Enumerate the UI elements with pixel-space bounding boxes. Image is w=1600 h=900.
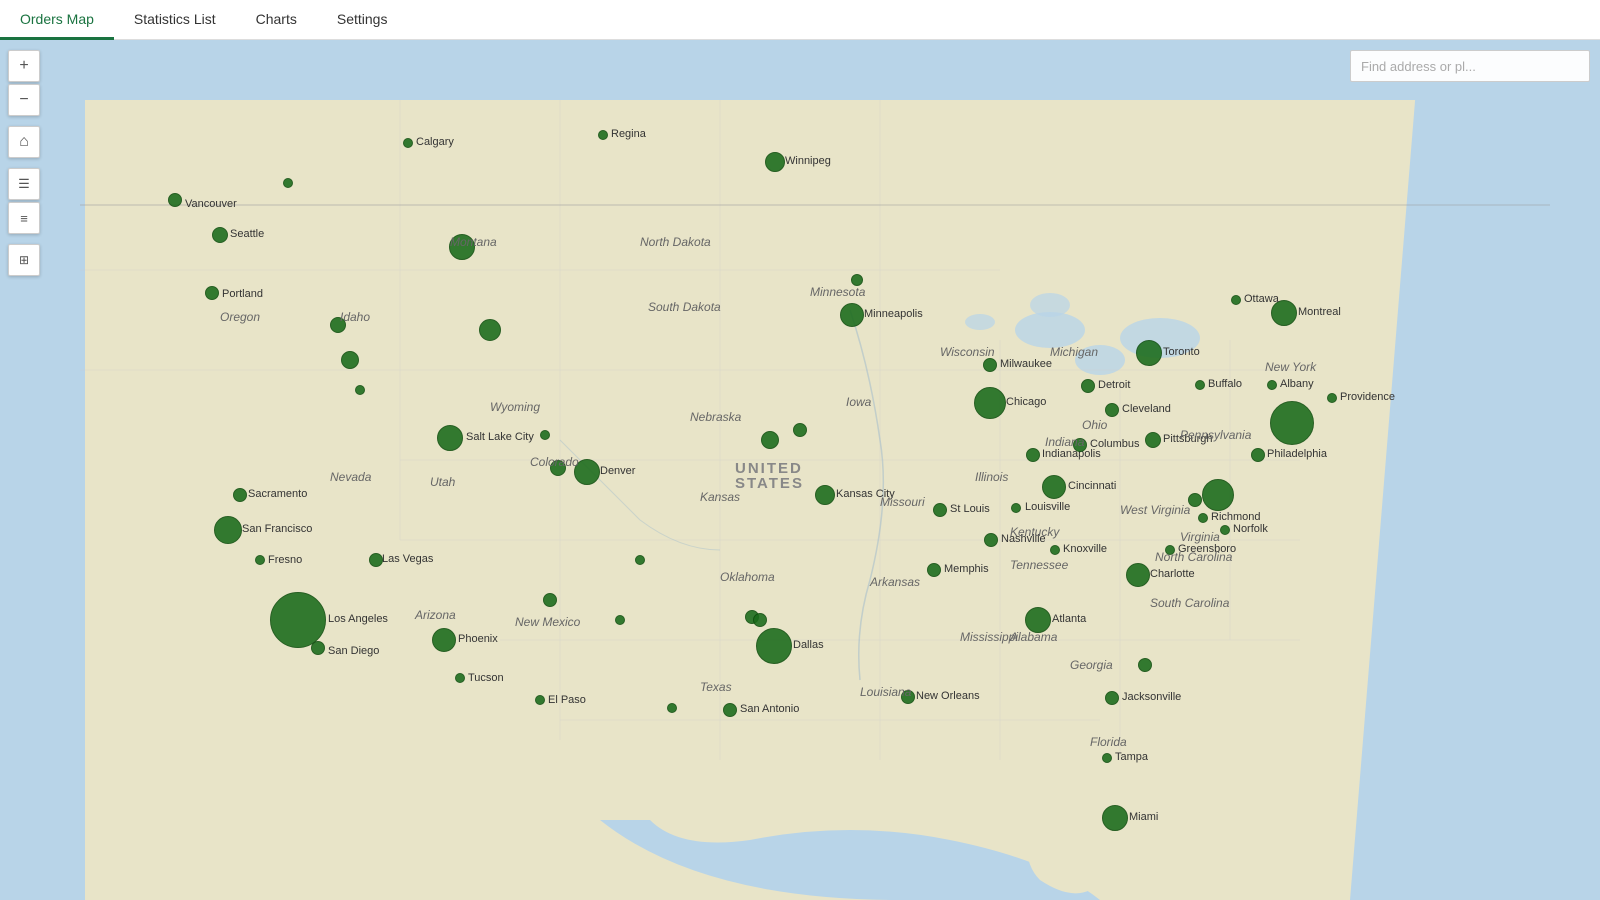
city-dot-vancouver[interactable] [168,193,182,207]
city-dot-ca-mid[interactable] [479,319,501,341]
tab-settings[interactable]: Settings [317,1,408,40]
zoom-out-button[interactable]: − [8,84,40,116]
city-dot-mn-dot[interactable] [851,274,863,286]
city-dot-winnipeg[interactable] [765,152,785,172]
city-dot-fl-dot[interactable] [1138,658,1152,672]
city-dot-or-dot[interactable] [355,385,365,395]
zoom-in-button[interactable]: + [8,50,40,82]
city-dot-sacramento[interactable] [233,488,247,502]
city-dot-kansas-city[interactable] [815,485,835,505]
city-dot-montreal[interactable] [1271,300,1297,326]
tab-statistics-list[interactable]: Statistics List [114,1,236,40]
search-input[interactable] [1350,50,1590,82]
city-dot-seattle[interactable] [212,227,228,243]
list-button[interactable]: ≡ [8,202,40,234]
city-dot-el-paso[interactable] [535,695,545,705]
city-dot-cincinnati[interactable] [1042,475,1066,499]
city-dot-co-dot[interactable] [540,430,550,440]
home-button[interactable]: ⌂ [8,126,40,158]
city-dot-calgary[interactable] [403,138,413,148]
city-dot-jacksonville[interactable] [1105,691,1119,705]
city-dot-fresno[interactable] [255,555,265,565]
city-dot-knoxville[interactable] [1050,545,1060,555]
city-dot-ottawa[interactable] [1231,295,1241,305]
city-dot-phoenix[interactable] [432,628,456,652]
city-dot-tx2-dot[interactable] [667,703,677,713]
city-dot-nm-dot[interactable] [543,593,557,607]
city-dot-tampa[interactable] [1102,753,1112,763]
tab-orders-map[interactable]: Orders Map [0,1,114,40]
city-dot-san-antonio[interactable] [723,703,737,717]
tab-charts[interactable]: Charts [236,1,317,40]
city-dot-philadelphia[interactable] [1251,448,1265,462]
city-dot-greensboro[interactable] [1165,545,1175,555]
city-dot-ne-dot[interactable] [793,423,807,437]
city-dot-cleveland[interactable] [1105,403,1119,417]
city-dot-providence[interactable] [1327,393,1337,403]
city-dot-chicago[interactable] [974,387,1006,419]
city-dot-louisville[interactable] [1011,503,1021,513]
city-dot-denver[interactable] [574,459,600,485]
city-dot-washington-dc-area[interactable] [1202,479,1234,511]
search-box [1350,50,1590,82]
city-dot-baltimore/dc[interactable] [1188,493,1202,507]
city-dot-nm2-dot[interactable] [615,615,625,625]
city-dot-tx-dot[interactable] [635,555,645,565]
city-dot-memphis[interactable] [927,563,941,577]
city-dot-buffalo[interactable] [1195,380,1205,390]
city-dot-richmond[interactable] [1198,513,1208,523]
city-dot-st-louis[interactable] [933,503,947,517]
city-dot-los-angeles[interactable] [270,592,326,648]
city-dot-atlanta[interactable] [1025,607,1051,633]
city-dot-indianapolis[interactable] [1026,448,1040,462]
city-dot-minneapolis[interactable] [840,303,864,327]
map-svg [0,40,1600,900]
city-dot-pittsburgh[interactable] [1145,432,1161,448]
city-dot-toronto[interactable] [1136,340,1162,366]
city-dot-columbus[interactable] [1073,438,1087,452]
header: Orders Map Statistics List Charts Settin… [0,0,1600,40]
city-dot-montana-dot[interactable] [449,234,475,260]
city-dot-detroit[interactable] [1081,379,1095,393]
city-dot-co2-dot[interactable] [550,460,566,476]
city-dot-san-francisco[interactable] [214,516,242,544]
city-dot-charlotte[interactable] [1126,563,1150,587]
map-container: + − ⌂ ☰ ≡ ⊞ VancouverSeattlePortlandSacr… [0,40,1600,900]
city-dot-milwaukee[interactable] [983,358,997,372]
city-dot-san-diego[interactable] [311,641,325,655]
city-dot-albany[interactable] [1267,380,1277,390]
layers-button[interactable]: ☰ [8,168,40,200]
city-dot-nashville[interactable] [984,533,998,547]
city-dot-houston-area[interactable] [753,613,767,627]
city-dot-vancouver-dot[interactable] [283,178,293,188]
city-dot-portland[interactable] [205,286,219,300]
left-toolbar: + − ⌂ ☰ ≡ ⊞ [8,50,40,276]
qr-button[interactable]: ⊞ [8,244,40,276]
city-dot-norfolk[interactable] [1220,525,1230,535]
city-dot-new-orleans[interactable] [901,690,915,704]
city-dot-ny-area[interactable] [1270,401,1314,445]
city-dot-ks-dot[interactable] [761,431,779,449]
city-dot-dallas[interactable] [756,628,792,664]
city-dot-tucson[interactable] [455,673,465,683]
city-dot-nv-dot[interactable] [341,351,359,369]
city-dot-salt-lake-city[interactable] [437,425,463,451]
city-dot-regina[interactable] [598,130,608,140]
city-dot-miami[interactable] [1102,805,1128,831]
city-dot-las-vegas[interactable] [369,553,383,567]
city-dot-idaho-dot[interactable] [330,317,346,333]
